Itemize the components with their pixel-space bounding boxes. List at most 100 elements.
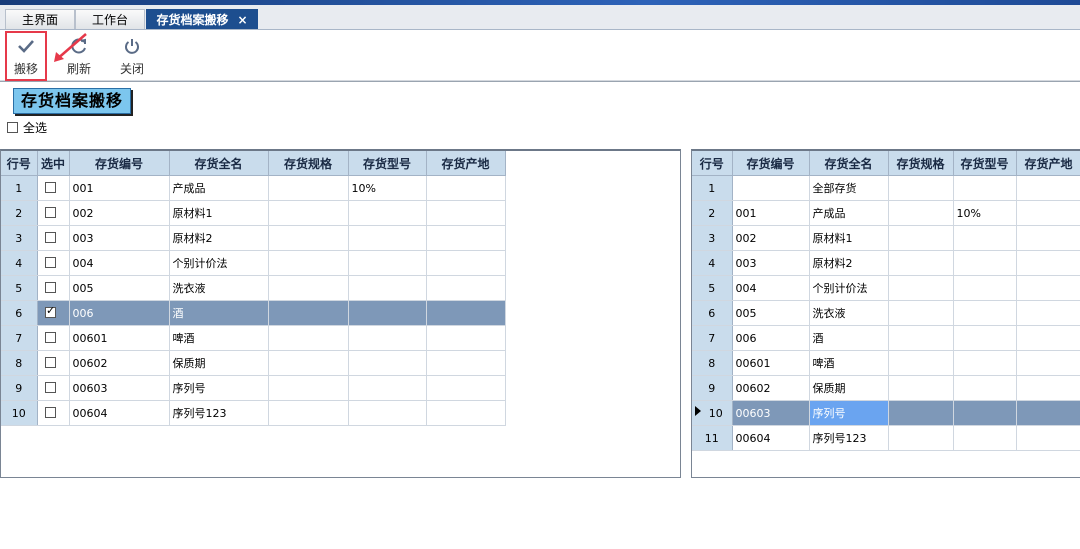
cell-spec[interactable] [888, 250, 954, 276]
row-checkbox[interactable] [45, 356, 56, 368]
cell-code[interactable]: 00602 [69, 350, 170, 376]
cell-name[interactable]: 洗衣液 [169, 275, 269, 301]
row-select-cell[interactable] [37, 225, 70, 251]
cell-origin[interactable] [1016, 225, 1080, 251]
header-row-number[interactable]: 行号 [692, 151, 733, 176]
cell-name[interactable]: 保质期 [809, 375, 889, 401]
cell-spec[interactable] [888, 425, 954, 451]
cell-origin[interactable] [426, 225, 506, 251]
row-select-cell[interactable] [37, 375, 70, 401]
cell-code[interactable]: 00601 [69, 325, 170, 351]
cell-code[interactable]: 005 [69, 275, 170, 301]
header-name[interactable]: 存货全名 [809, 151, 889, 176]
cell-model[interactable] [953, 300, 1017, 326]
cell-name[interactable]: 原材料2 [169, 225, 269, 251]
cell-spec[interactable] [888, 225, 954, 251]
row-checkbox[interactable] [45, 304, 56, 318]
cell-spec[interactable] [888, 325, 954, 351]
cell-code[interactable]: 002 [732, 225, 810, 251]
row-checkbox[interactable] [45, 381, 56, 393]
select-all-checkbox[interactable]: 全选 [7, 120, 47, 136]
row-checkbox[interactable] [45, 256, 56, 268]
cell-name[interactable]: 酒 [169, 300, 269, 326]
row-select-cell[interactable] [37, 350, 70, 376]
cell-model[interactable] [348, 375, 427, 401]
table-row[interactable]: 6 006酒 [1, 300, 506, 326]
cell-origin[interactable] [426, 325, 506, 351]
cell-name[interactable]: 产成品 [169, 175, 269, 201]
move-button[interactable]: 搬移 [4, 32, 48, 78]
tab-workbench[interactable]: 工作台 [75, 9, 145, 29]
cell-code[interactable]: 00603 [69, 375, 170, 401]
cell-model[interactable] [348, 200, 427, 226]
row-select-cell[interactable] [37, 325, 70, 351]
tab-main[interactable]: 主界面 [5, 9, 75, 29]
row-checkbox[interactable] [45, 231, 56, 243]
table-row[interactable]: 1 001 产成品 10% [1, 175, 506, 201]
cell-origin[interactable] [426, 400, 506, 426]
cell-name[interactable]: 原材料1 [809, 225, 889, 251]
cell-spec[interactable] [888, 375, 954, 401]
cell-spec[interactable] [268, 175, 349, 201]
row-select-cell[interactable] [37, 400, 70, 426]
row-select-cell[interactable] [37, 300, 70, 326]
cell-model[interactable] [953, 350, 1017, 376]
cell-name[interactable]: 产成品 [809, 200, 889, 226]
table-row[interactable]: 4 003 原材料2 [692, 250, 1080, 276]
cell-name[interactable]: 洗衣液 [809, 300, 889, 326]
cell-name[interactable]: 个别计价法 [809, 275, 889, 301]
cell-model[interactable] [348, 225, 427, 251]
cell-spec[interactable] [268, 275, 349, 301]
cell-model[interactable] [953, 375, 1017, 401]
cell-origin[interactable] [1016, 200, 1080, 226]
cell-origin[interactable] [426, 200, 506, 226]
header-origin[interactable]: 存货产地 [426, 151, 506, 176]
cell-origin[interactable] [1016, 350, 1080, 376]
checkbox-box[interactable] [7, 122, 18, 133]
table-row[interactable]: 9 00603 序列号 [1, 375, 506, 401]
cell-origin[interactable] [426, 250, 506, 276]
cell-origin[interactable] [1016, 250, 1080, 276]
cell-origin[interactable] [426, 350, 506, 376]
cell-code[interactable]: 003 [69, 225, 170, 251]
cell-code[interactable] [732, 175, 810, 201]
cell-spec[interactable] [888, 300, 954, 326]
cell-code[interactable]: 002 [69, 200, 170, 226]
cell-origin[interactable] [1016, 425, 1080, 451]
header-code[interactable]: 存货编号 [732, 151, 810, 176]
header-origin[interactable]: 存货产地 [1016, 151, 1080, 176]
cell-model[interactable] [953, 250, 1017, 276]
cell-code[interactable]: 00604 [732, 425, 810, 451]
cell-model[interactable] [348, 350, 427, 376]
cell-spec[interactable] [268, 375, 349, 401]
cell-model[interactable] [348, 400, 427, 426]
cell-model[interactable] [953, 175, 1017, 201]
cell-spec[interactable] [268, 250, 349, 276]
cell-code[interactable]: 00602 [732, 375, 810, 401]
cell-model[interactable] [348, 275, 427, 301]
row-checkbox[interactable] [45, 331, 56, 343]
cell-origin[interactable] [1016, 400, 1080, 426]
header-name[interactable]: 存货全名 [169, 151, 269, 176]
cell-code[interactable]: 00604 [69, 400, 170, 426]
cell-code[interactable]: 004 [69, 250, 170, 276]
cell-spec[interactable] [268, 225, 349, 251]
cell-spec[interactable] [268, 325, 349, 351]
cell-model[interactable] [348, 300, 427, 326]
cell-spec[interactable] [268, 300, 349, 326]
cell-code[interactable]: 00603 [732, 400, 810, 426]
row-select-cell[interactable] [37, 175, 70, 201]
header-selected[interactable]: 选中 [37, 151, 70, 176]
cell-origin[interactable] [426, 375, 506, 401]
cell-name[interactable]: 序列号123 [169, 400, 269, 426]
cell-model[interactable] [953, 275, 1017, 301]
table-row[interactable]: 7 006 酒 [692, 325, 1080, 351]
cell-spec[interactable] [888, 350, 954, 376]
table-row[interactable]: 5 004 个别计价法 [692, 275, 1080, 301]
table-row[interactable]: 10 00604 序列号123 [1, 400, 506, 426]
cell-name[interactable]: 酒 [809, 325, 889, 351]
cell-origin[interactable] [1016, 275, 1080, 301]
cell-spec[interactable] [888, 200, 954, 226]
cell-spec[interactable] [888, 400, 954, 426]
cell-model[interactable] [953, 225, 1017, 251]
